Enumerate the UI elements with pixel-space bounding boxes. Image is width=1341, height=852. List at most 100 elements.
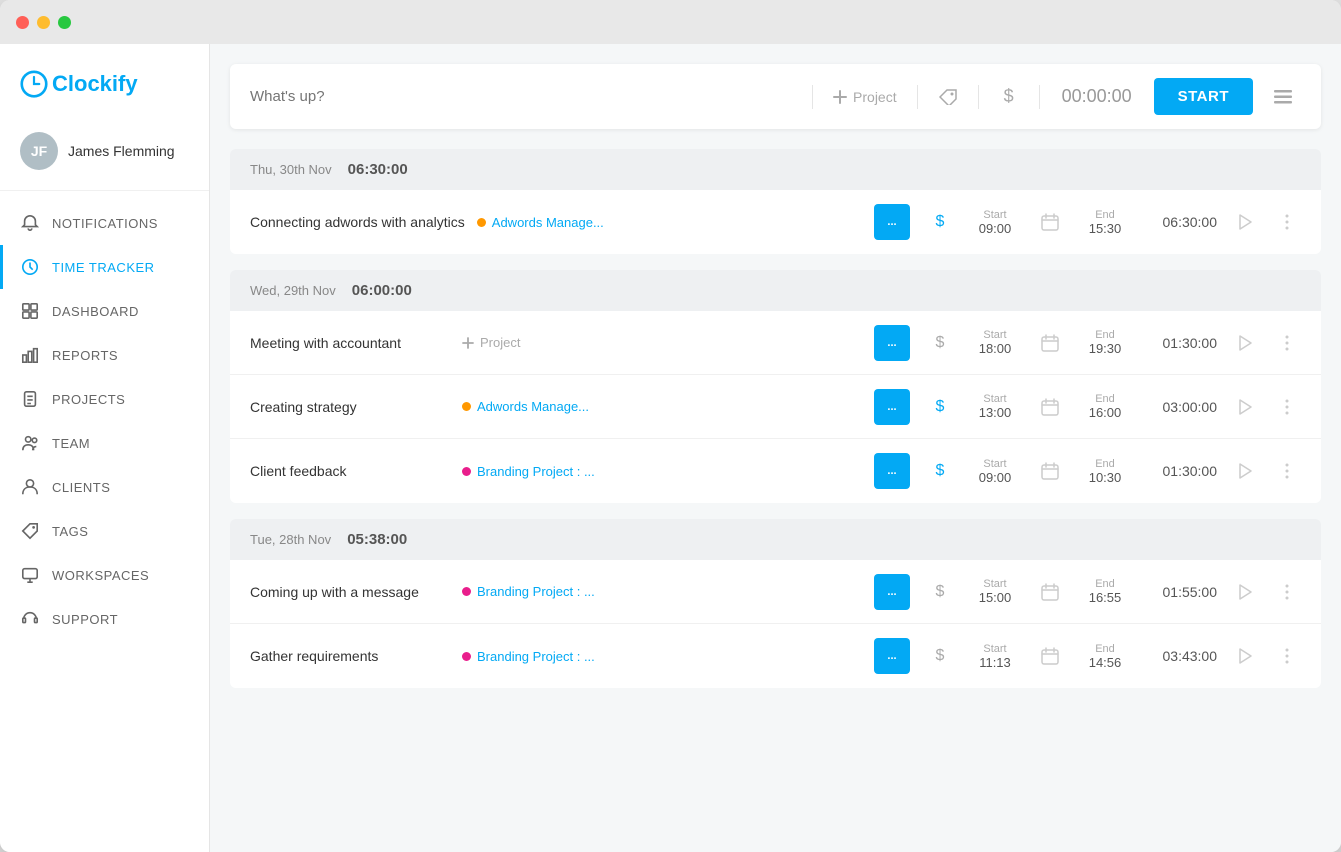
sidebar-item-notifications[interactable]: NOTIFICATIONS	[0, 201, 209, 245]
start-label: Start	[983, 458, 1006, 470]
billable-button[interactable]: $	[991, 79, 1027, 115]
entry-tags-button[interactable]: ...	[874, 574, 910, 610]
entry-more-button[interactable]	[1273, 642, 1301, 670]
entry-play-button[interactable]	[1229, 391, 1261, 423]
entry-more-button[interactable]	[1273, 457, 1301, 485]
entry-tags-button[interactable]: ...	[874, 325, 910, 361]
project-dot	[477, 218, 486, 227]
entry-play-button[interactable]	[1229, 576, 1261, 608]
close-button[interactable]	[16, 16, 29, 29]
file-icon	[20, 389, 40, 409]
entry-description: Connecting adwords with analytics	[250, 214, 465, 230]
day-groups: Thu, 30th Nov 06:30:00 Connecting adword…	[230, 149, 1321, 688]
entry-play-button[interactable]	[1229, 455, 1261, 487]
sidebar-item-team[interactable]: TEAM	[0, 421, 209, 465]
sidebar-item-support[interactable]: SUPPORT	[0, 597, 209, 641]
sidebar-item-reports[interactable]: REPORTS	[0, 333, 209, 377]
project-name[interactable]: Branding Project : ...	[477, 584, 595, 599]
project-name[interactable]: Branding Project : ...	[477, 464, 595, 479]
project-name[interactable]: Adwords Manage...	[492, 215, 604, 230]
sidebar-item-time-tracker[interactable]: TIME TRACKER	[0, 245, 209, 289]
sidebar-item-workspaces[interactable]: WORKSPACES	[0, 553, 209, 597]
entry-more-button[interactable]	[1273, 329, 1301, 357]
entry-tags-button[interactable]: ...	[874, 389, 910, 425]
entry-tags-button[interactable]: ...	[874, 638, 910, 674]
entry-more-button[interactable]	[1273, 393, 1301, 421]
more-icon	[1285, 399, 1289, 415]
entry-billable-button[interactable]: $	[922, 325, 958, 361]
day-total-1: 06:00:00	[352, 282, 412, 299]
sidebar-item-clients[interactable]: CLIENTS	[0, 465, 209, 509]
entry-duration: 01:55:00	[1142, 584, 1217, 600]
team-icon	[20, 433, 40, 453]
entry-play-button[interactable]	[1229, 206, 1261, 238]
headset-icon	[20, 609, 40, 629]
day-header-1: Wed, 29th Nov 06:00:00	[230, 270, 1321, 311]
entry-calendar-button[interactable]	[1032, 325, 1068, 361]
entry-start-time: Start 13:00	[970, 393, 1020, 420]
end-label: End	[1095, 643, 1115, 655]
more-icon	[1285, 648, 1289, 664]
more-icon	[1285, 214, 1289, 230]
entry-end-time: End 10:30	[1080, 458, 1130, 485]
entry-calendar-button[interactable]	[1032, 574, 1068, 610]
minimize-button[interactable]	[37, 16, 50, 29]
sidebar-item-dashboard[interactable]: DASHBOARD	[0, 289, 209, 333]
play-icon	[1238, 335, 1252, 351]
entry-project: Branding Project : ...	[462, 584, 862, 599]
sidebar-item-projects[interactable]: PROJECTS	[0, 377, 209, 421]
sidebar-item-tags[interactable]: TAGS	[0, 509, 209, 553]
entry-start-time: Start 09:00	[970, 458, 1020, 485]
project-name[interactable]: Adwords Manage...	[477, 399, 589, 414]
start-label: Start	[983, 393, 1006, 405]
main-content: Project $ 00:00:00 START	[210, 44, 1341, 852]
project-placeholder: Project	[480, 335, 520, 350]
entry-billable-button[interactable]: $	[922, 453, 958, 489]
end-time-value: 14:56	[1089, 655, 1122, 670]
nav-label-support: SUPPORT	[52, 612, 118, 627]
entry-calendar-button[interactable]	[1032, 638, 1068, 674]
end-label: End	[1095, 578, 1115, 590]
entry-tags-button[interactable]: ...	[874, 204, 910, 240]
entry-billable-button[interactable]: $	[922, 638, 958, 674]
end-time-value: 15:30	[1089, 221, 1122, 236]
calendar-icon	[1041, 398, 1059, 416]
entry-description: Gather requirements	[250, 648, 450, 664]
title-bar	[0, 0, 1341, 44]
list-view-button[interactable]	[1265, 79, 1301, 115]
user-section[interactable]: JF James Flemming	[0, 122, 209, 191]
play-icon	[1238, 584, 1252, 600]
add-project-button[interactable]: Project	[825, 85, 905, 109]
entry-calendar-button[interactable]	[1032, 389, 1068, 425]
entry-tags-button[interactable]: ...	[874, 453, 910, 489]
entry-start-time: Start 18:00	[970, 329, 1020, 356]
play-icon	[1238, 399, 1252, 415]
entry-play-button[interactable]	[1229, 327, 1261, 359]
plus-icon	[833, 90, 847, 104]
project-name[interactable]: Branding Project : ...	[477, 649, 595, 664]
entry-more-button[interactable]	[1273, 578, 1301, 606]
maximize-button[interactable]	[58, 16, 71, 29]
entry-billable-button[interactable]: $	[922, 389, 958, 425]
day-group-0: Thu, 30th Nov 06:30:00 Connecting adword…	[230, 149, 1321, 254]
logo: Clockify	[0, 54, 209, 122]
description-input[interactable]	[250, 88, 800, 105]
day-label-1: Wed, 29th Nov	[250, 283, 336, 298]
project-dot	[462, 587, 471, 596]
nav-label-projects: PROJECTS	[52, 392, 125, 407]
start-button[interactable]: START	[1154, 78, 1253, 115]
table-row: Creating strategy Adwords Manage... ... …	[230, 375, 1321, 439]
table-row: Coming up with a message Branding Projec…	[230, 560, 1321, 624]
tag-button[interactable]	[930, 79, 966, 115]
entry-play-button[interactable]	[1229, 640, 1261, 672]
entry-project: Branding Project : ...	[462, 464, 862, 479]
entry-more-button[interactable]	[1273, 208, 1301, 236]
entry-calendar-button[interactable]	[1032, 204, 1068, 240]
entry-calendar-button[interactable]	[1032, 453, 1068, 489]
entry-billable-button[interactable]: $	[922, 204, 958, 240]
add-project-link[interactable]: Project	[462, 335, 520, 350]
entry-billable-button[interactable]: $	[922, 574, 958, 610]
project-button-label: Project	[853, 89, 897, 105]
end-time-value: 19:30	[1089, 341, 1122, 356]
day-group-2: Tue, 28th Nov 05:38:00 Coming up with a …	[230, 519, 1321, 688]
